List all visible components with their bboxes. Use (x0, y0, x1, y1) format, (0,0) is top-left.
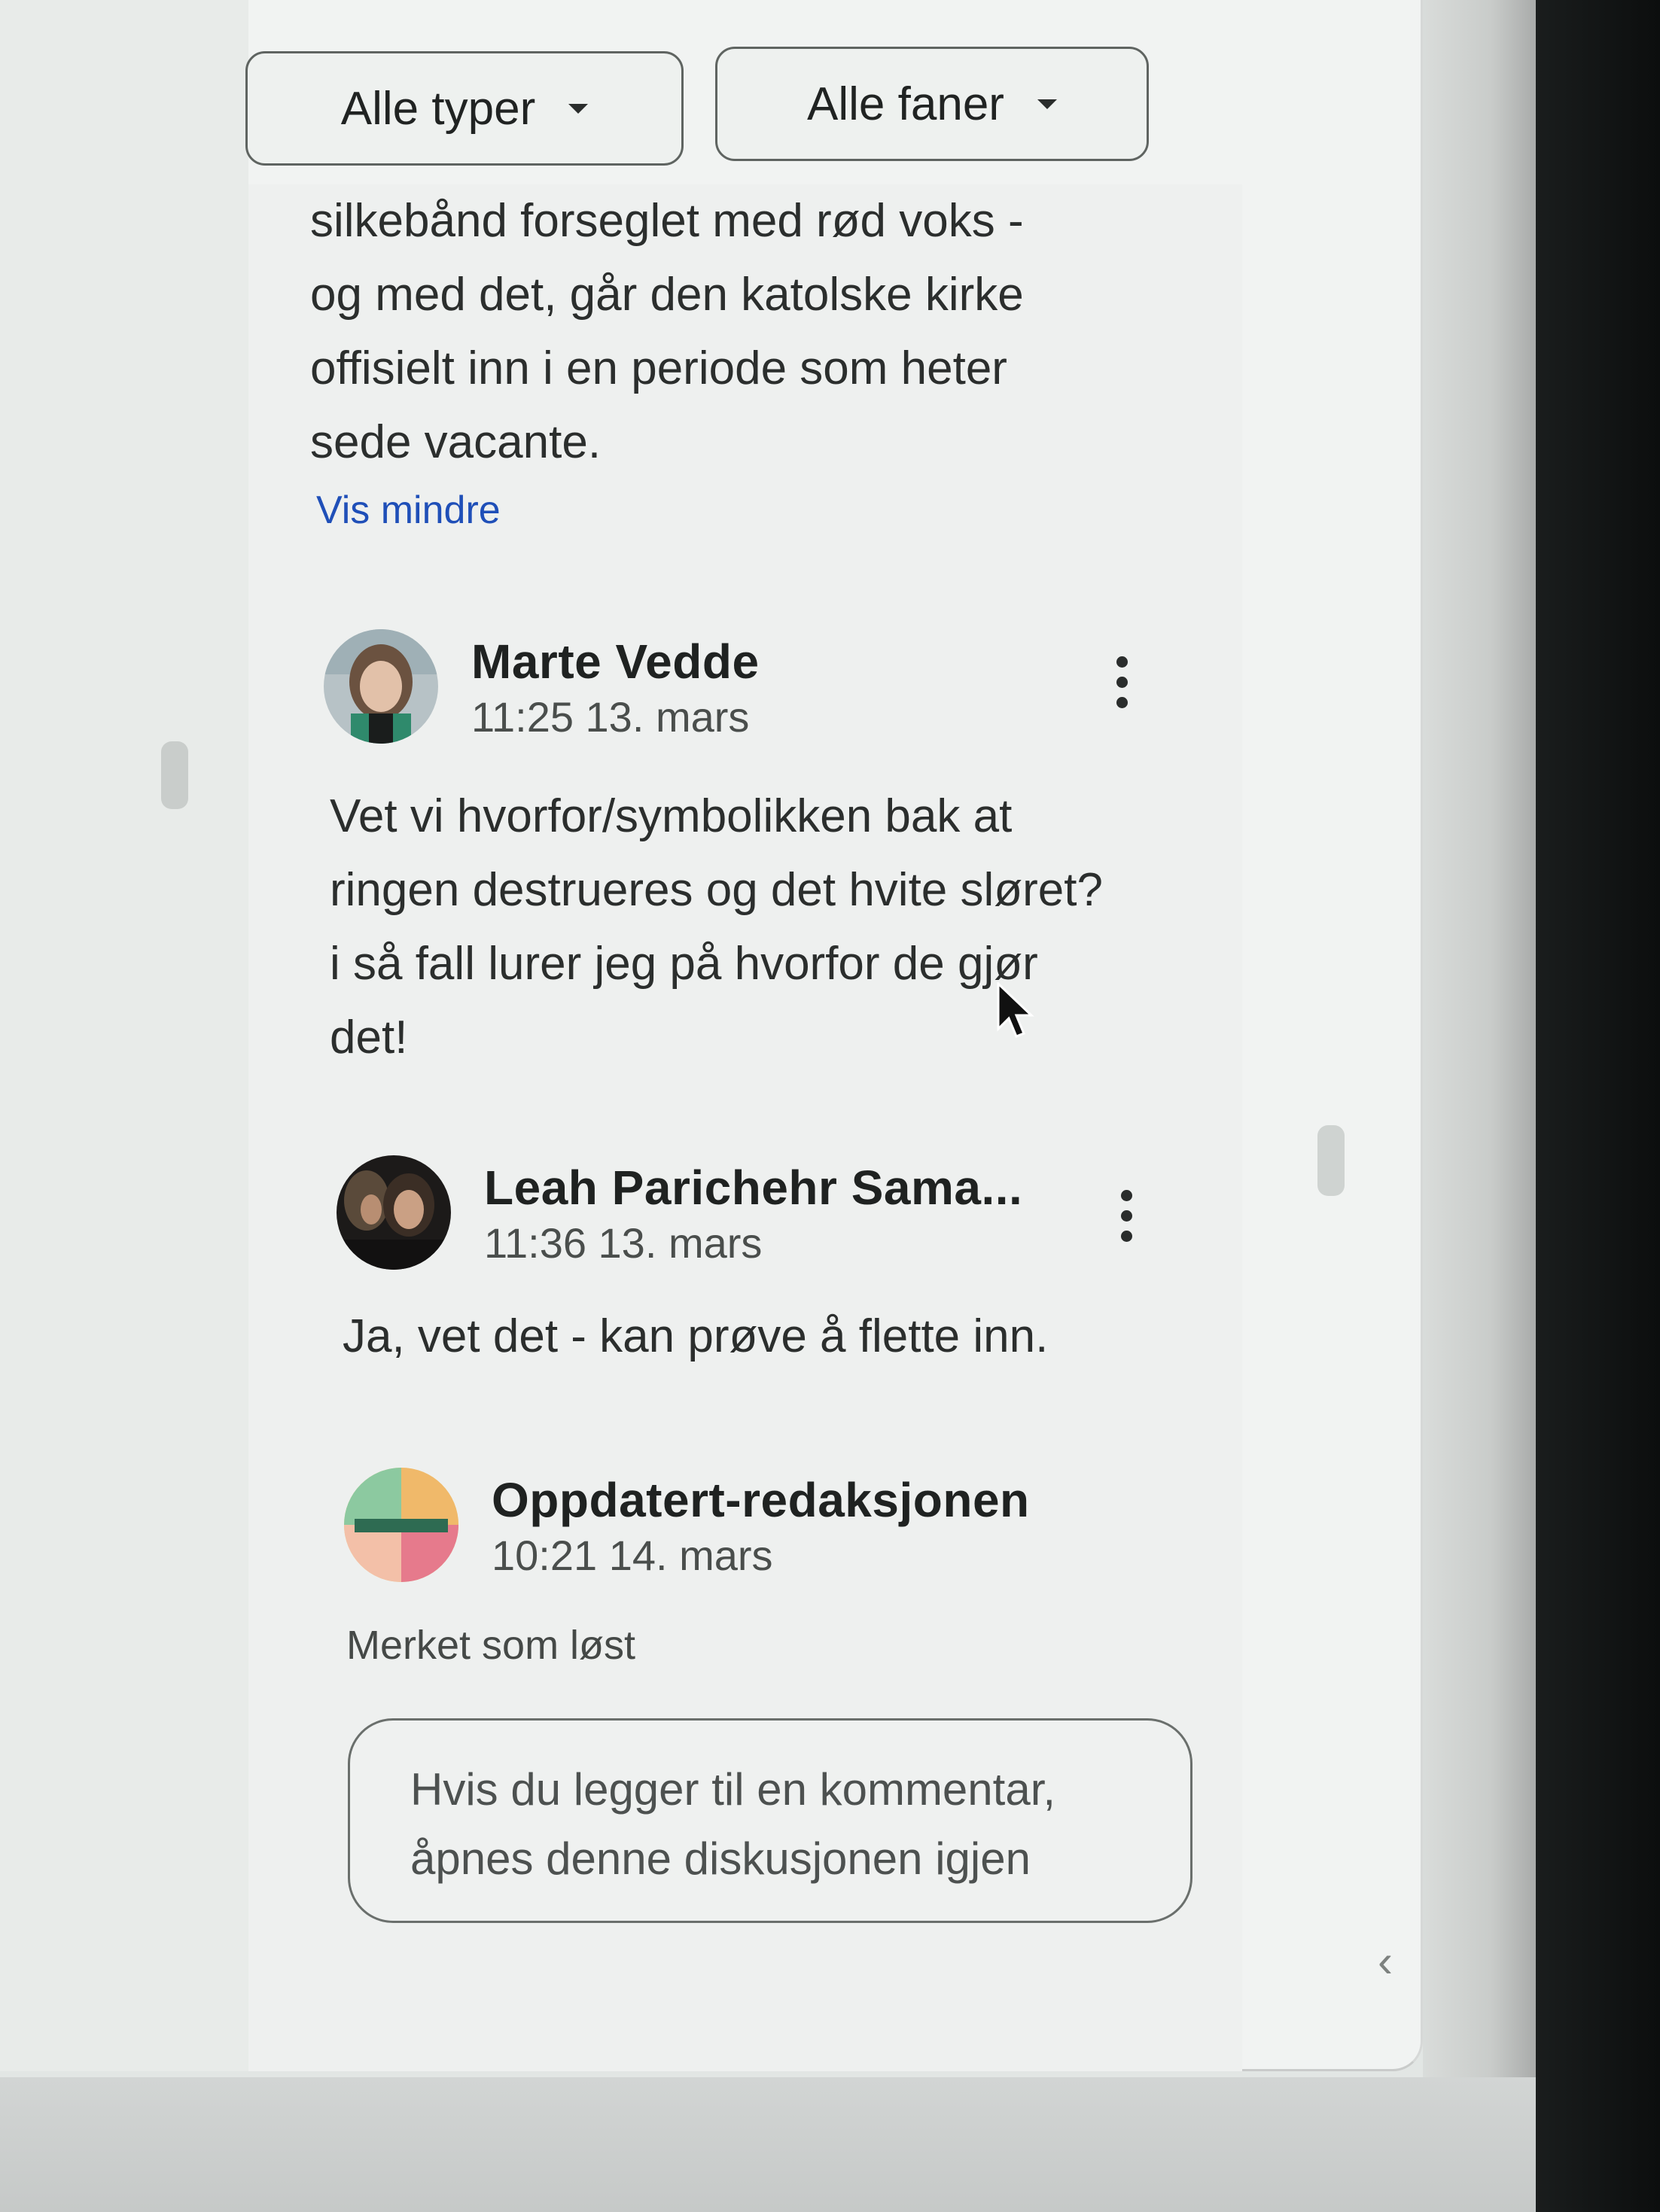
avatar[interactable] (344, 1468, 458, 1582)
avatar[interactable] (324, 629, 438, 744)
tab-filter-label: Alle faner (807, 78, 1004, 130)
caret-down-icon (1037, 99, 1057, 109)
comment-text: Vet vi hvorfor/symbolikken bak at ringen… (330, 790, 1103, 1063)
type-filter-label: Alle typer (340, 82, 536, 135)
show-less-link[interactable]: Vis mindre (316, 488, 501, 533)
more-vert-icon[interactable] (1104, 1170, 1149, 1261)
avatar-image (324, 629, 438, 744)
comments-panel: Alle typer Alle faner silkebånd forsegle… (0, 0, 1423, 2071)
mouse-pointer-icon (997, 982, 1034, 1038)
screen-edge (1423, 0, 1536, 2212)
taskbar-area (0, 2077, 1536, 2212)
right-scrollbar-thumb[interactable] (1317, 1125, 1345, 1196)
comment-author: Leah Parichehr Sama... (484, 1161, 1023, 1215)
panel-side-strip (0, 0, 248, 2071)
resolved-status: Merket som løst (346, 1623, 636, 1668)
avatar-image (337, 1155, 451, 1270)
avatar[interactable] (337, 1155, 451, 1270)
more-vert-icon[interactable] (1099, 637, 1144, 727)
comment-timestamp: 11:25 13. mars (471, 693, 750, 741)
comment-timestamp: 10:21 14. mars (492, 1532, 773, 1579)
comment-author: Marte Vedde (471, 634, 760, 689)
comment-author: Oppdatert-redaksjonen (492, 1473, 1030, 1527)
comment-text: Ja, vet det - kan prøve å flette inn. (343, 1310, 1049, 1362)
thread-description: silkebånd forseglet med rød voks - og me… (310, 195, 1024, 468)
reply-input[interactable]: Hvis du legger til en kommentar, åpnes d… (348, 1718, 1192, 1923)
chevron-left-icon[interactable]: ‹ (1348, 1923, 1423, 1998)
left-scrollbar-thumb[interactable] (161, 741, 188, 809)
type-filter-dropdown[interactable]: Alle typer (245, 51, 684, 166)
monitor-bezel (1536, 0, 1660, 2212)
caret-down-icon (568, 103, 589, 114)
comment-timestamp: 11:36 13. mars (484, 1219, 763, 1267)
avatar-image (344, 1468, 458, 1582)
tab-filter-dropdown[interactable]: Alle faner (715, 47, 1149, 161)
